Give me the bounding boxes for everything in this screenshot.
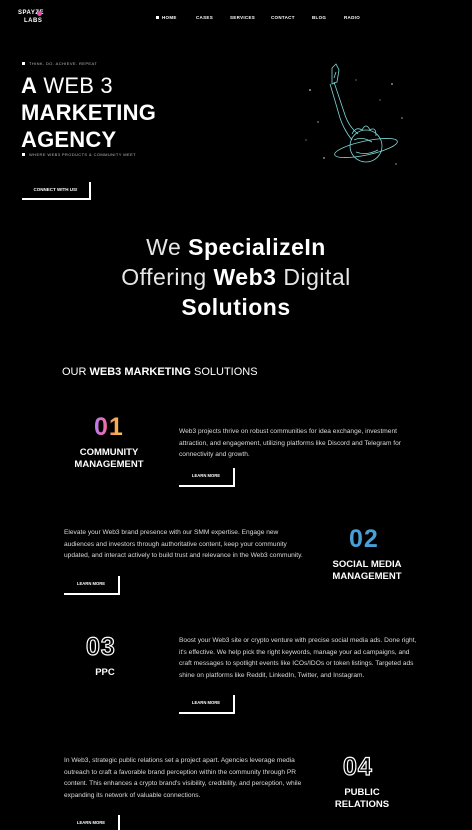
service-title-public-relations: PUBLIC RELATIONS bbox=[322, 787, 402, 811]
service-number-02: 02 bbox=[349, 525, 379, 553]
specialize-word: SpecializeIn bbox=[188, 234, 326, 260]
service-title-social-media-management: SOCIAL MEDIA MANAGEMENT bbox=[322, 559, 412, 583]
service-title-line2: MANAGEMENT bbox=[74, 459, 144, 470]
nav-item-home-label: HOME bbox=[162, 15, 177, 20]
top-navigation: SPAYZE LABS HOME CASES SERVICES CONTACT … bbox=[0, 0, 472, 34]
square-bullet-icon bbox=[22, 153, 25, 157]
specialize-solutions: Solutions bbox=[181, 294, 291, 320]
hero-eyebrow: THINK. DO. ACHIEVE. REPEAT bbox=[22, 61, 97, 66]
service-title-line2: RELATIONS bbox=[334, 799, 390, 810]
brand-logo[interactable]: SPAYZE LABS bbox=[18, 10, 54, 28]
learn-more-button[interactable]: LEARN MORE bbox=[64, 815, 120, 830]
service-description: Boost your Web3 site or crypto venture w… bbox=[179, 637, 417, 679]
specialize-web3: Web3 bbox=[213, 264, 277, 290]
connect-button[interactable]: CONNECT WITH US! bbox=[22, 182, 91, 200]
solutions-heading-bold: WEB3 MARKETING bbox=[89, 366, 191, 378]
nav-item-blog[interactable]: BLOG bbox=[312, 15, 326, 20]
rocket-planet-illustration bbox=[305, 63, 403, 165]
service-description: Elevate your Web3 brand presence with ou… bbox=[64, 529, 303, 560]
learn-more-button[interactable]: LEARN MORE bbox=[179, 468, 235, 487]
solutions-heading: OUR WEB3 MARKETING SOLUTIONS bbox=[62, 366, 258, 378]
hero-eyebrow-text: THINK. DO. ACHIEVE. REPEAT bbox=[29, 61, 98, 66]
hero-tagline-text: WHERE WEB3 PRODUCTS & COMMUNITY MEET bbox=[29, 152, 136, 157]
hero-title-marketing: MARKETING bbox=[21, 100, 157, 125]
service-title-community-management: COMMUNITY MANAGEMENT bbox=[68, 447, 150, 471]
square-bullet-icon bbox=[22, 62, 25, 66]
specialize-we: We bbox=[146, 234, 189, 260]
specialize-offering: Offering bbox=[121, 264, 214, 290]
hero-title-a: A bbox=[21, 73, 38, 98]
brand-logo-line2: LABS bbox=[24, 18, 43, 24]
hero-title-agency: AGENCY bbox=[21, 127, 117, 152]
specialize-digital: Digital bbox=[276, 264, 351, 290]
service-number-01: 01 bbox=[94, 413, 124, 441]
hero-tagline: WHERE WEB3 PRODUCTS & COMMUNITY MEET bbox=[22, 152, 136, 157]
nav-item-home[interactable]: HOME bbox=[156, 15, 177, 20]
service-title-line1: SOCIAL MEDIA bbox=[332, 559, 402, 570]
specialize-heading: We SpecializeIn Offering Web3 Digital So… bbox=[0, 232, 472, 322]
service-description: In Web3, strategic public relations set … bbox=[64, 757, 302, 799]
service-description: Web3 projects thrive on robust communiti… bbox=[179, 428, 401, 459]
service-title-line1: COMMUNITY bbox=[79, 447, 139, 458]
service-number-04: 04 bbox=[342, 752, 373, 781]
solutions-heading-post: SOLUTIONS bbox=[190, 366, 258, 378]
brand-logo-dot bbox=[37, 11, 42, 16]
nav-item-radio[interactable]: RADIO bbox=[344, 15, 360, 20]
learn-more-button[interactable]: LEARN MORE bbox=[64, 576, 120, 595]
nav-item-cases[interactable]: CASES bbox=[196, 15, 213, 20]
nav-item-services[interactable]: SERVICES bbox=[230, 15, 255, 20]
active-square-icon bbox=[156, 16, 159, 20]
solutions-heading-pre: OUR bbox=[62, 366, 90, 378]
service-number-03: 03 bbox=[85, 632, 116, 661]
learn-more-button[interactable]: LEARN MORE bbox=[179, 695, 235, 714]
hero-title: A WEB 3 MARKETING AGENCY bbox=[21, 72, 156, 153]
service-title-ppc: PPC bbox=[95, 667, 115, 678]
hero-title-web3: WEB 3 bbox=[37, 73, 113, 98]
service-title-line2: MANAGEMENT bbox=[332, 571, 402, 582]
service-title-line1: PUBLIC bbox=[344, 787, 380, 798]
nav-item-contact[interactable]: CONTACT bbox=[271, 15, 295, 20]
